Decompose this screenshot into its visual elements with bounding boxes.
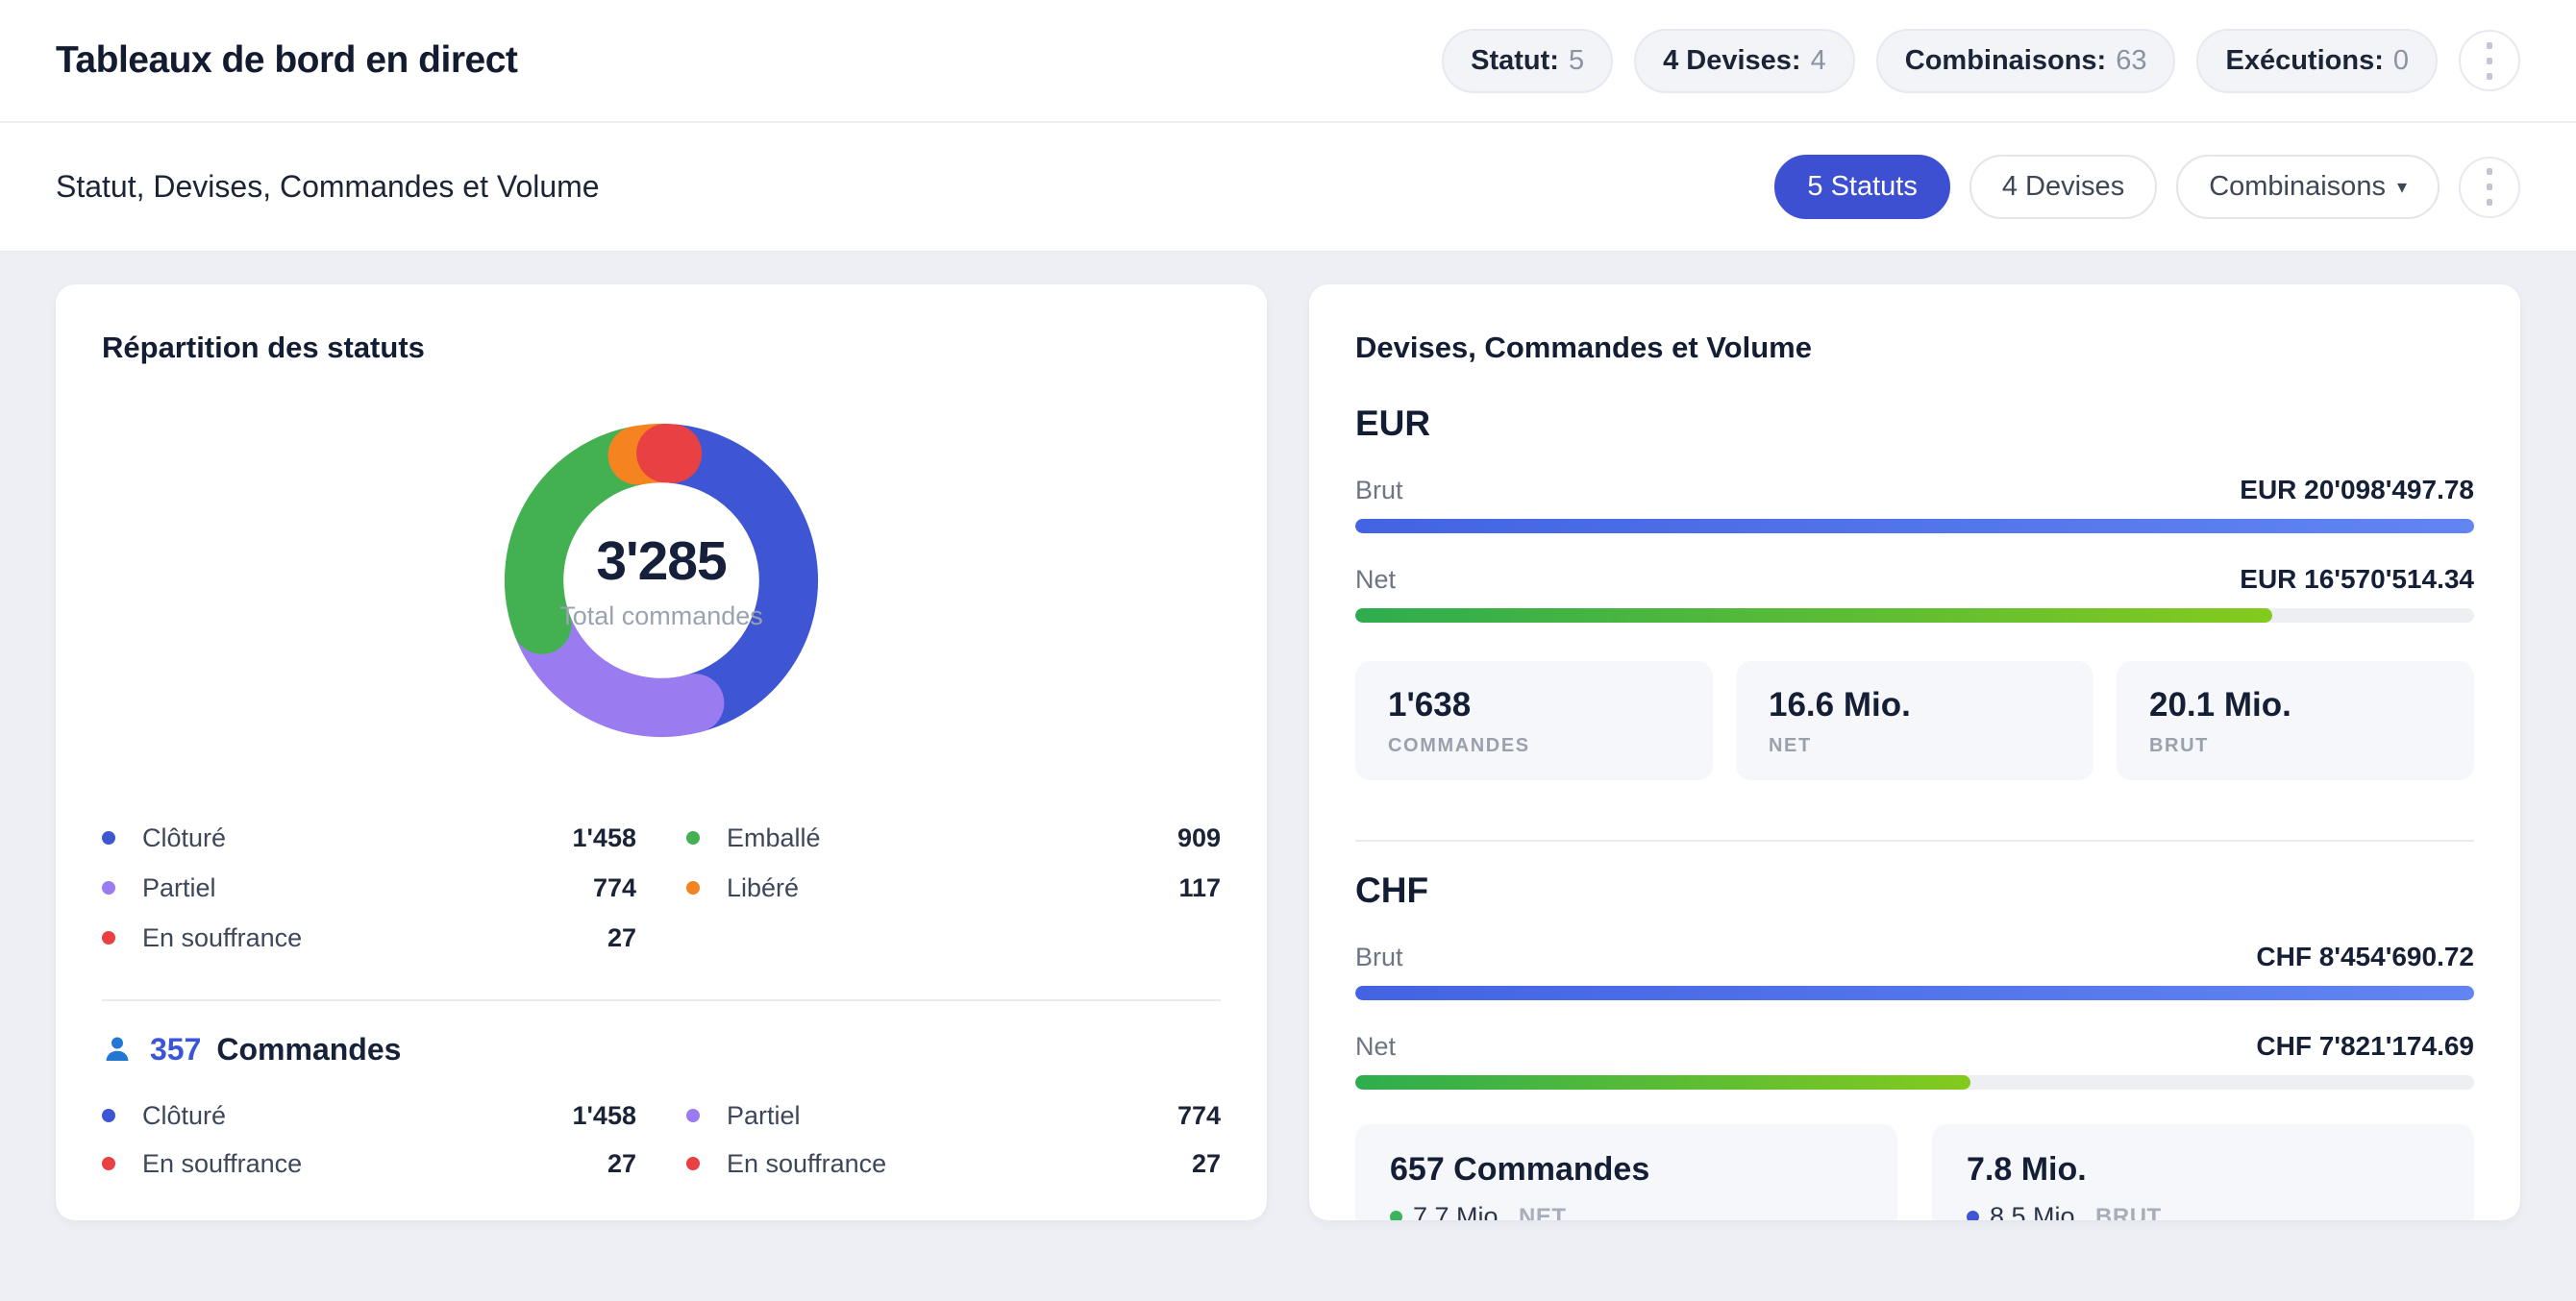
stat-box-chf-commandes: 657 Commandes 7.7 Mio. NET — [1355, 1124, 1897, 1220]
badge-value: 5 — [1569, 45, 1584, 77]
divider — [102, 999, 1221, 1001]
page-title: Tableaux de bord en direct — [56, 39, 517, 82]
app-header: Tableaux de bord en direct Statut: 5 4 D… — [0, 0, 2576, 123]
legend-item-cloture: Clôturé 1'458 — [102, 1092, 636, 1140]
orders-label: Commandes — [216, 1032, 401, 1068]
status-card-title: Répartition des statuts — [102, 331, 1221, 365]
legend-item-libere: Libéré 117 — [686, 863, 1221, 913]
status-donut-chart: 3'285 Total commandes — [500, 419, 823, 742]
kebab-menu-icon — [2487, 42, 2492, 49]
legend-item-partiel: Partiel 774 — [686, 1092, 1221, 1140]
legend-dot — [102, 931, 115, 945]
badge-value: 63 — [2116, 45, 2146, 77]
orders-count: 357 — [150, 1032, 201, 1068]
legend-item-emballe: Emballé 909 — [686, 813, 1221, 863]
legend-item-cloture: Clôturé 1'458 — [102, 813, 636, 863]
badge-combinaisons: Combinaisons: 63 — [1876, 29, 2176, 93]
eur-gross-bar — [1355, 519, 2474, 533]
toolbar-filters: 5 Statuts 4 Devises Combinaisons ▾ — [1774, 155, 2520, 219]
badge-value: 0 — [2393, 45, 2409, 77]
legend-dot — [686, 1157, 700, 1170]
eur-net-row: Net EUR 16'570'514.34 — [1355, 564, 2474, 595]
legend-dot — [102, 831, 115, 845]
eur-section: EUR Brut EUR 20'098'497.78 Net EUR 16'57… — [1355, 404, 2474, 780]
chf-gross-row: Brut CHF 8'454'690.72 — [1355, 942, 2474, 972]
stat-box-commandes: 1'638 COMMANDES — [1355, 661, 1713, 780]
eur-net-bar — [1355, 608, 2474, 623]
badge-statut: Statut: 5 — [1442, 29, 1613, 93]
eur-gross-row: Brut EUR 20'098'497.78 — [1355, 475, 2474, 505]
legend-dot — [102, 1109, 115, 1122]
filter-devises-button[interactable]: 4 Devises — [1969, 155, 2157, 219]
user-icon — [102, 1033, 133, 1066]
chf-gross-bar-fill — [1355, 986, 2474, 1000]
stat-box-net: 16.6 Mio. NET — [1736, 661, 2093, 780]
stat-box-brut: 20.1 Mio. BRUT — [2117, 661, 2474, 780]
status-legend: Clôturé 1'458 Partiel 774 En souffrance … — [102, 813, 1221, 963]
badge-executions: Exécutions: 0 — [2196, 29, 2438, 93]
donut-total-value: 3'285 — [596, 529, 726, 593]
chf-gross-bar — [1355, 986, 2474, 1000]
legend-item-en-souffrance: En souffrance 27 — [102, 1140, 636, 1188]
eur-net-bar-fill — [1355, 608, 2272, 623]
header-menu-button[interactable] — [2459, 30, 2520, 91]
filter-statuts-button[interactable]: 5 Statuts — [1774, 155, 1949, 219]
badge-devises: 4 Devises: 4 — [1634, 29, 1855, 93]
chevron-down-icon: ▾ — [2397, 175, 2407, 199]
dashboard-toolbar: Statut, Devises, Commandes et Volume 5 S… — [0, 123, 2576, 252]
legend-dot — [686, 831, 700, 845]
badge-value: 4 — [1811, 45, 1826, 77]
status-card: Répartition des statuts 3'285 Total comm… — [56, 284, 1267, 1220]
toolbar-menu-button[interactable] — [2459, 157, 2520, 218]
legend-dot — [686, 1109, 700, 1122]
filter-combinaisons-button[interactable]: Combinaisons ▾ — [2176, 155, 2440, 219]
chf-net-row: Net CHF 7'821'174.69 — [1355, 1031, 2474, 1062]
currency-card: Devises, Commandes et Volume EUR Brut EU… — [1309, 284, 2520, 1220]
orders-legend: Clôturé 1'458 En souffrance 27 Partiel 7… — [102, 1092, 1221, 1188]
donut-center: 3'285 Total commandes — [500, 419, 823, 742]
chf-net-bar — [1355, 1075, 2474, 1090]
currency-card-title: Devises, Commandes et Volume — [1355, 331, 2474, 365]
badge-label: Combinaisons: — [1905, 45, 2106, 77]
dashboard-content: Répartition des statuts 3'285 Total comm… — [0, 252, 2576, 1220]
donut-total-label: Total commandes — [559, 601, 763, 631]
legend-item-en-souffrance: En souffrance 27 — [102, 913, 636, 963]
stat-box-chf-volume: 7.8 Mio. 8.5 Mio. BRUT — [1932, 1124, 2474, 1220]
divider — [1355, 840, 2474, 842]
filter-combinaisons-label: Combinaisons — [2209, 171, 2386, 203]
badge-label: Exécutions: — [2225, 45, 2383, 77]
legend-dot — [102, 1157, 115, 1170]
legend-item-partiel: Partiel 774 — [102, 863, 636, 913]
currency-code: EUR — [1355, 404, 2474, 444]
chf-stats: 657 Commandes 7.7 Mio. NET 7.8 Mio. 8.5 … — [1355, 1124, 2474, 1220]
brut-dot — [1967, 1211, 1979, 1220]
currency-code: CHF — [1355, 871, 2474, 911]
net-dot — [1390, 1211, 1402, 1220]
badge-label: 4 Devises: — [1663, 45, 1801, 77]
legend-dot — [686, 881, 700, 895]
legend-item-en-souffrance: En souffrance 27 — [686, 1140, 1221, 1188]
orders-summary: 357 Commandes — [102, 1028, 1221, 1070]
eur-stats: 1'638 COMMANDES 16.6 Mio. NET 20.1 Mio. … — [1355, 661, 2474, 780]
dashboard-subtitle: Statut, Devises, Commandes et Volume — [56, 169, 600, 205]
badge-label: Statut: — [1471, 45, 1559, 77]
kebab-menu-icon — [2487, 168, 2492, 175]
chf-section: CHF Brut CHF 8'454'690.72 Net CHF 7'821'… — [1355, 871, 2474, 1220]
chf-net-bar-fill — [1355, 1075, 1970, 1090]
header-badges: Statut: 5 4 Devises: 4 Combinaisons: 63 … — [1442, 29, 2520, 93]
eur-gross-bar-fill — [1355, 519, 2474, 533]
legend-dot — [102, 881, 115, 895]
